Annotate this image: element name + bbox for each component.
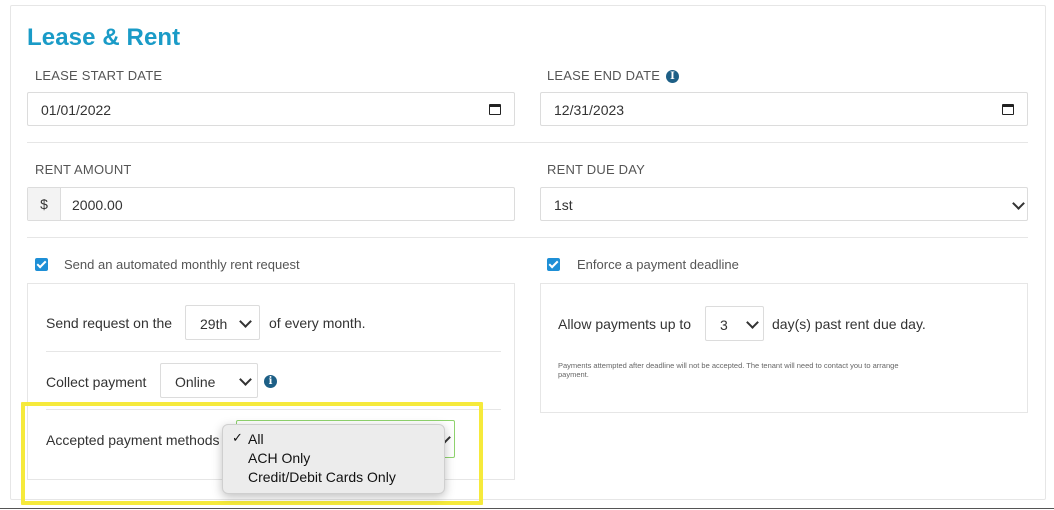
deadline-panel	[540, 283, 1028, 413]
collect-payment-value: Online	[175, 374, 216, 390]
enforce-deadline-checkbox[interactable]	[547, 258, 560, 271]
lease-end-value: 12/31/2023	[554, 102, 625, 118]
info-icon[interactable]: i	[666, 70, 680, 83]
lease-end-label: LEASE END DATE i	[547, 68, 680, 83]
rent-due-day-label: RENT DUE DAY	[547, 162, 645, 177]
option-all[interactable]: All	[248, 431, 264, 447]
currency-prefix: $	[28, 188, 61, 220]
checkmark-icon: ✓	[232, 430, 243, 445]
rent-due-day-select[interactable]: 1st	[540, 187, 1028, 221]
window-edge	[0, 508, 1054, 509]
send-day-value: 29th	[200, 316, 228, 332]
chevron-down-icon	[239, 373, 252, 386]
divider	[27, 237, 1028, 238]
rent-amount-label: RENT AMOUNT	[35, 162, 132, 177]
enforce-deadline-label: Enforce a payment deadline	[577, 257, 739, 272]
lease-start-input[interactable]: 01/01/2022	[27, 92, 515, 126]
collect-payment-label: Collect payment	[46, 374, 147, 390]
deadline-note: Payments attempted after deadline will n…	[558, 361, 1013, 379]
lease-end-input[interactable]: 12/31/2023	[540, 92, 1028, 126]
send-on-suffix: of every month.	[269, 315, 366, 331]
calendar-icon[interactable]	[489, 104, 501, 115]
auto-request-checkbox[interactable]	[35, 258, 48, 271]
divider	[27, 142, 1028, 143]
divider	[46, 351, 501, 352]
lease-start-label: LEASE START DATE	[35, 68, 163, 83]
rent-due-day-value: 1st	[554, 197, 573, 213]
option-cards-only[interactable]: Credit/Debit Cards Only	[248, 469, 396, 485]
rent-amount-value: 2000.00	[72, 197, 123, 213]
rent-amount-input[interactable]: $ 2000.00	[27, 187, 515, 221]
info-icon[interactable]: i	[264, 375, 277, 388]
chevron-down-icon	[746, 316, 759, 329]
grace-days-value: 3	[720, 317, 728, 333]
chevron-down-icon	[239, 315, 252, 328]
deadline-note-line2: payment.	[558, 370, 589, 379]
grace-days-select[interactable]: 3	[705, 306, 764, 341]
section-title: Lease & Rent	[27, 24, 181, 51]
allow-payments-suffix: day(s) past rent due day.	[772, 316, 926, 332]
calendar-icon[interactable]	[1002, 104, 1014, 115]
send-on-prefix: Send request on the	[46, 315, 173, 331]
chevron-down-icon	[1012, 197, 1025, 210]
allow-payments-prefix: Allow payments up to	[558, 316, 692, 332]
payment-methods-dropdown: ✓ All ACH Only Credit/Debit Cards Only	[222, 424, 445, 494]
option-ach-only[interactable]: ACH Only	[248, 450, 310, 466]
deadline-note-line1: Payments attempted after deadline will n…	[558, 361, 899, 370]
auto-request-label: Send an automated monthly rent request	[64, 257, 300, 272]
lease-end-label-text: LEASE END DATE	[547, 68, 661, 83]
send-day-select[interactable]: 29th	[185, 305, 260, 340]
lease-start-value: 01/01/2022	[41, 102, 112, 118]
collect-payment-select[interactable]: Online	[160, 363, 258, 398]
